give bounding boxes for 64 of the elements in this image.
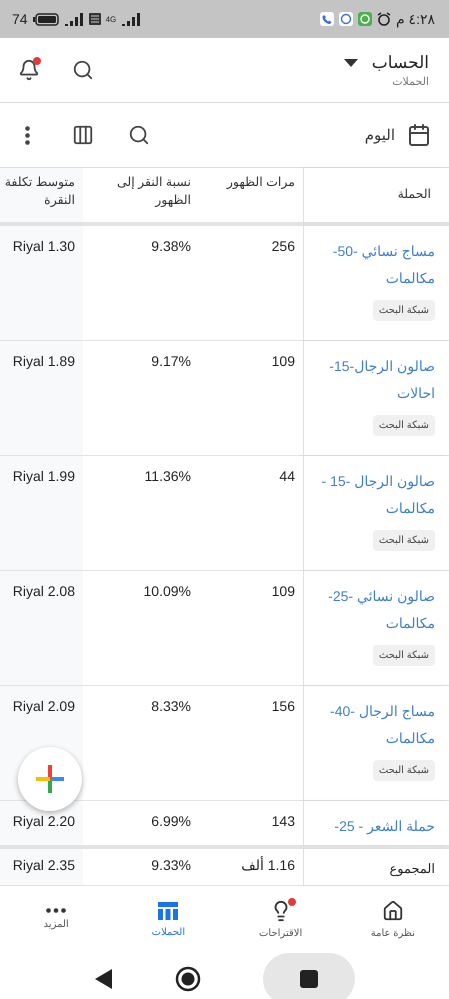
- ctr-value: 11.36%: [144, 468, 191, 484]
- ctr-value: 9.17%: [150, 353, 191, 369]
- home-icon: [382, 900, 404, 922]
- network-tag: شبكة البحث: [372, 415, 435, 436]
- volte-icon: [88, 13, 101, 25]
- impressions-value: 109: [270, 583, 295, 599]
- more-vertical-icon: [24, 126, 30, 144]
- ctr-value: 6.99%: [150, 813, 191, 829]
- campaign-link[interactable]: صالون نسائي -25- مكالمات: [308, 583, 435, 637]
- ctr-value: 10.09%: [142, 583, 191, 599]
- impressions-value: 143: [270, 813, 295, 829]
- cpc-value: Riyal 2.09: [12, 698, 75, 714]
- calendar-icon: [407, 123, 431, 147]
- chat-app-icon: [358, 12, 372, 26]
- square-icon: [300, 970, 318, 988]
- column-header[interactable]: الحملة: [303, 168, 449, 222]
- network-type: 4G: [106, 14, 116, 24]
- account-title[interactable]: الحساب: [372, 52, 429, 72]
- cpc-value: Riyal 2.08: [12, 583, 75, 599]
- back-button[interactable]: [94, 969, 112, 989]
- signal-icon: [64, 12, 84, 26]
- cpc-value: Riyal 1.30: [12, 238, 75, 254]
- nav-tab[interactable]: الاقتراحات: [236, 900, 326, 938]
- ctr-value: 9.38%: [150, 238, 191, 254]
- home-button[interactable]: [174, 966, 200, 992]
- campaign-link[interactable]: صالون الرجال -15 - مكالمات: [308, 468, 435, 522]
- network-tag: شبكة البحث: [372, 645, 435, 666]
- nav-tab[interactable]: المزيد: [11, 908, 102, 930]
- phone-icon: [320, 12, 334, 26]
- cpc-value: Riyal 2.20: [12, 813, 75, 829]
- dropdown-caret-icon[interactable]: [344, 58, 358, 66]
- signal-icon: [121, 12, 142, 26]
- cpc-value: Riyal 1.89: [12, 353, 75, 369]
- campaign-link[interactable]: صالون الرجال-15- احالات: [308, 353, 435, 407]
- column-header[interactable]: متوسط تكلفة النقرة: [0, 168, 83, 222]
- table-icon: [156, 900, 180, 920]
- impressions-value: 44: [278, 468, 295, 484]
- cpc-value: Riyal 2.35: [12, 857, 75, 873]
- ctr-value: 8.33%: [150, 698, 191, 714]
- impressions-value: 109: [270, 353, 295, 369]
- campaign-link[interactable]: مساج الرجال -40- مكالمات: [308, 698, 435, 752]
- date-range-button[interactable]: اليوم: [364, 123, 431, 147]
- totals-label: المجموع: [388, 861, 435, 877]
- campaign-link[interactable]: مساج نسائي -50- مكالمات: [308, 238, 435, 292]
- alarm-icon: [376, 12, 391, 26]
- nav-tab[interactable]: نظرة عامة: [348, 900, 438, 938]
- impressions-value: 1.16 ألف: [240, 857, 295, 874]
- plus-icon: [35, 764, 65, 794]
- network-tag: شبكة البحث: [372, 530, 435, 551]
- network-tag: شبكة البحث: [372, 300, 435, 321]
- nav-tab[interactable]: الحملات: [123, 900, 214, 938]
- network-tag: شبكة البحث: [372, 760, 435, 781]
- campaign-link[interactable]: حملة الشعر - 25-: [308, 813, 435, 840]
- impressions-value: 156: [270, 698, 295, 714]
- impressions-value: 256: [270, 238, 295, 254]
- page-subtitle: الحملات: [391, 74, 429, 88]
- ctr-value: 9.33%: [150, 857, 191, 873]
- clock-time: ٤:٢٨ م: [396, 10, 435, 28]
- cpc-value: Riyal 1.99: [12, 468, 75, 484]
- recents-button[interactable]: [262, 953, 354, 999]
- battery-icon: [32, 12, 59, 26]
- battery-level: 74: [12, 11, 28, 27]
- circle-app-icon: [338, 12, 353, 26]
- more-icon: [46, 908, 66, 913]
